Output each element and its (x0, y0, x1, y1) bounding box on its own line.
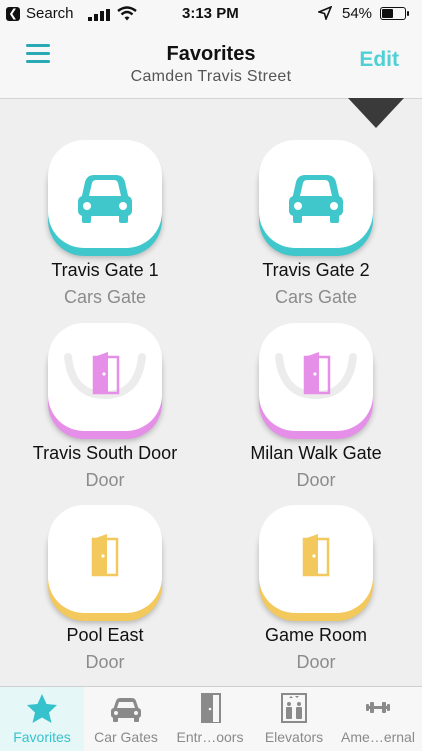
favorite-name: Game Room (264, 625, 368, 645)
door-icon (302, 534, 330, 577)
signal-icon (88, 9, 110, 21)
tab-favorites[interactable]: Favorites (0, 687, 84, 751)
tab-label: Ame…ernal (341, 729, 415, 745)
battery-icon (380, 7, 409, 20)
car-icon (289, 175, 343, 223)
wifi-icon (117, 6, 137, 21)
status-bar: ❮ Search 3:13 PM 54% (0, 0, 422, 28)
favorite-name: Milan Walk Gate (250, 443, 382, 463)
tab-car-gates[interactable]: Car Gates (84, 687, 168, 751)
favorite-button[interactable] (259, 505, 373, 613)
favorite-name: Travis Gate 1 (51, 260, 159, 280)
favorite-name: Travis South Door (32, 443, 178, 463)
favorite-type: Door (85, 470, 125, 490)
favorite-name: Pool East (66, 625, 144, 645)
door-icon (64, 352, 146, 400)
favorite-button[interactable] (48, 140, 162, 248)
favorite-tile[interactable]: Milan Walk Gate Door (211, 313, 421, 495)
favorite-tile[interactable]: Travis Gate 2 Cars Gate (211, 130, 421, 312)
favorite-type: Door (85, 652, 125, 672)
car-icon (111, 698, 141, 722)
edit-button[interactable]: Edit (359, 48, 399, 72)
elevator-icon (281, 693, 307, 723)
favorite-button[interactable] (48, 323, 162, 431)
favorite-type: Door (296, 652, 336, 672)
favorite-name: Travis Gate 2 (262, 260, 370, 280)
dropdown-tab-icon[interactable] (348, 98, 404, 128)
favorite-type: Cars Gate (63, 287, 147, 307)
car-icon (78, 175, 132, 223)
favorite-tile[interactable]: Pool East Door (0, 495, 210, 677)
door-icon (275, 352, 357, 400)
clock: 3:13 PM (182, 5, 239, 22)
tab-amenities[interactable]: Ame…ernal (336, 687, 420, 751)
nav-header: Favorites Camden Travis Street Edit (0, 28, 422, 99)
favorite-button[interactable] (48, 505, 162, 613)
tab-label: Entr…oors (176, 729, 244, 745)
star-icon (27, 694, 57, 723)
door-icon (201, 693, 221, 723)
door-icon (91, 534, 119, 577)
back-app-label[interactable]: Search (26, 5, 74, 22)
tab-label: Car Gates (94, 729, 158, 745)
tab-label: Favorites (13, 729, 71, 745)
back-arrow-icon[interactable]: ❮ (6, 7, 20, 21)
tab-bar: Favorites Car Gates Entr…oors Elevators (0, 686, 422, 751)
favorite-tile[interactable]: Game Room Door (211, 495, 421, 677)
location-arrow-icon (318, 6, 332, 20)
favorite-button[interactable] (259, 140, 373, 248)
favorite-tile[interactable]: Travis South Door Door (0, 313, 210, 495)
favorite-tile[interactable]: Travis Gate 1 Cars Gate (0, 130, 210, 312)
favorite-button[interactable] (259, 323, 373, 431)
dumbbell-icon (366, 702, 390, 713)
favorite-type: Door (296, 470, 336, 490)
favorite-type: Cars Gate (274, 287, 358, 307)
tab-label: Elevators (264, 729, 324, 745)
tab-entry-doors[interactable]: Entr…oors (168, 687, 252, 751)
battery-percent: 54% (342, 5, 373, 22)
tab-elevators[interactable]: Elevators (252, 687, 336, 751)
